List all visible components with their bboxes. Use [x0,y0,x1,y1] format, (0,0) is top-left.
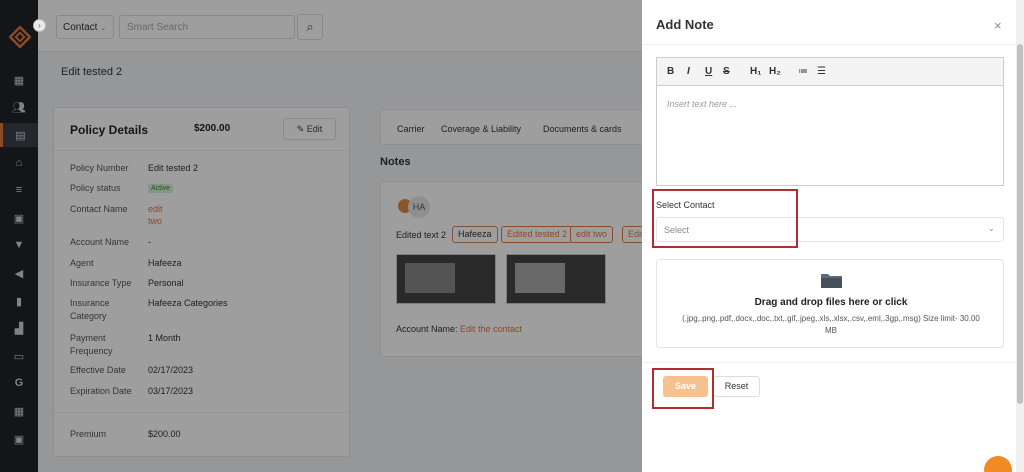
modal-backdrop[interactable] [0,0,642,472]
divider [642,362,1016,363]
close-icon[interactable]: × [994,18,1002,33]
note-editor[interactable]: B I U S H₁ H₂ ≔ ☰ Insert text here ... [656,57,1004,186]
add-note-drawer: Add Note × B I U S H₁ H₂ ≔ ☰ Insert text… [642,0,1016,472]
scrollbar-thumb[interactable] [1017,44,1023,404]
strikethrough-icon[interactable]: S [723,66,730,77]
heading2-icon[interactable]: H₂ [769,66,781,77]
heading1-icon[interactable]: H₁ [750,66,761,77]
reset-button[interactable]: Reset [713,376,760,397]
editor-placeholder: Insert text here ... [667,99,738,109]
divider [642,44,1016,45]
bullet-list-icon[interactable]: ☰ [817,66,826,77]
chevron-down-icon: ⌄ [988,224,995,233]
underline-icon[interactable]: U [705,66,712,77]
dropzone-title: Drag and drop files here or click [754,297,908,308]
collapse-icon[interactable]: › [33,19,46,32]
editor-toolbar: B I U S H₁ H₂ ≔ ☰ [657,58,1003,86]
drawer-title: Add Note [656,17,714,32]
file-dropzone[interactable]: Drag and drop files here or click (.jpg,… [656,259,1004,348]
dropzone-file-types: (.jpg,.png,.pdf,.docx,.doc,.txt,.gif,.jp… [682,314,980,335]
highlight-select-contact [652,189,798,248]
bold-icon[interactable]: B [667,66,674,77]
folder-icon [821,274,842,288]
ordered-list-icon[interactable]: ≔ [798,66,808,77]
highlight-save [652,368,714,409]
italic-icon[interactable]: I [687,66,690,77]
